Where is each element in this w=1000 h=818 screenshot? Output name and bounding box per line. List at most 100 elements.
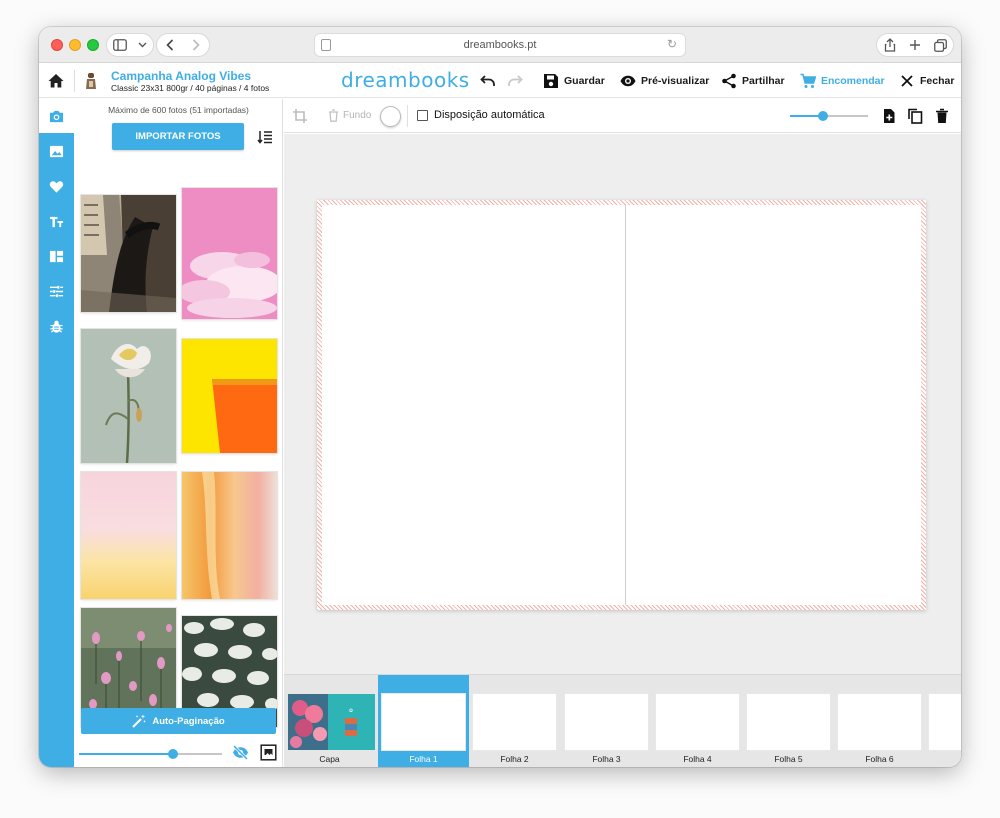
background-toggle[interactable]	[380, 106, 401, 127]
auto-layout-label: Disposição automática	[434, 109, 545, 121]
project-cover-thumbnail[interactable]	[84, 72, 98, 90]
share-nodes-icon	[722, 73, 736, 89]
sheet-folha-4[interactable]: Folha 4	[652, 675, 743, 767]
share-button[interactable]: Partilhar	[721, 72, 785, 90]
sheet-folha-2[interactable]: Folha 2	[469, 675, 560, 767]
city-motion-photo[interactable]	[81, 195, 176, 312]
sheet-folha-5[interactable]: Folha 5	[743, 675, 834, 767]
sheet-next-partial[interactable]	[925, 675, 961, 767]
eye-off-icon[interactable]	[232, 744, 249, 761]
checkbox-box[interactable]	[417, 109, 428, 121]
iris-flower-photo[interactable]	[81, 329, 176, 463]
history-nav	[156, 33, 210, 57]
desktop: dreambooks.pt ↻ Campanha Analog Vibes Cl…	[0, 0, 1000, 818]
sidebar-icon	[112, 39, 127, 51]
project-subtitle: Classic 23x31 800gr / 40 páginas / 4 fot…	[111, 83, 270, 93]
sidebar-toggle-button[interactable]	[106, 33, 154, 57]
slider-fill	[79, 753, 173, 755]
save-label: Guardar	[564, 75, 605, 87]
camera-icon	[49, 110, 64, 122]
orange-blur-photo[interactable]	[182, 472, 277, 599]
sheet-thumbnail	[565, 694, 648, 750]
rail-adjustments[interactable]	[39, 274, 74, 308]
auto-layout-checkbox[interactable]: Disposição automática	[417, 109, 545, 121]
rail-text[interactable]	[39, 204, 74, 238]
sort-icon[interactable]	[257, 129, 273, 145]
slider-thumb[interactable]	[168, 749, 178, 759]
browser-actions	[876, 33, 954, 57]
yellow-orange-photo[interactable]	[182, 339, 277, 453]
undo-icon[interactable]	[480, 74, 496, 88]
add-page-icon[interactable]	[881, 108, 897, 124]
sheet-folha-1[interactable]: Folha 1	[378, 675, 469, 767]
sheet-label: Folha 6	[865, 754, 894, 764]
preview-button[interactable]: Pré-visualizar	[620, 72, 709, 90]
zoom-thumb[interactable]	[818, 111, 828, 121]
pink-sky-photo[interactable]	[182, 188, 277, 319]
spread-content[interactable]	[322, 205, 921, 605]
sheet-folha-6[interactable]: Folha 6	[834, 675, 925, 767]
forward-icon[interactable]	[192, 39, 200, 51]
canvas-area	[284, 134, 961, 674]
sheet-cover[interactable]: ✿ Capa	[284, 675, 375, 767]
thumbnail-size-slider[interactable]	[79, 748, 222, 760]
auto-paginate-label: Auto-Paginação	[152, 715, 225, 727]
crop-icon[interactable]	[292, 108, 308, 124]
zoom-slider[interactable]	[790, 110, 868, 122]
pink-yellow-haze-photo[interactable]	[81, 472, 176, 599]
tab-overview-icon[interactable]	[933, 38, 947, 52]
sheet-label: Capa	[319, 754, 340, 764]
home-icon[interactable]	[47, 72, 65, 90]
sheet-label: Folha 5	[774, 754, 803, 764]
page-spread[interactable]	[317, 200, 926, 610]
adjust-icon	[49, 285, 64, 297]
order-button[interactable]: Encomendar	[800, 72, 885, 90]
pages-strip: ✿ Capa Folha 1 Folha 2 Folha 3 Folha 4 F…	[284, 674, 961, 767]
rail-photos[interactable]	[39, 99, 74, 133]
rail-backgrounds[interactable]	[39, 134, 74, 168]
sheet-thumbnail	[473, 694, 556, 750]
save-button[interactable]: Guardar	[543, 72, 605, 90]
sheet-label: Folha 4	[683, 754, 712, 764]
back-icon[interactable]	[166, 39, 174, 51]
background-label: Fundo	[343, 110, 372, 121]
sheet-folha-3[interactable]: Folha 3	[561, 675, 652, 767]
minimize-window-button[interactable]	[69, 39, 81, 51]
new-tab-icon[interactable]	[909, 39, 921, 51]
browser-window: dreambooks.pt ↻ Campanha Analog Vibes Cl…	[39, 27, 961, 767]
cover-thumbnail: ✿	[288, 694, 375, 750]
close-editor-button[interactable]: Fechar	[899, 72, 954, 90]
dreambooks-logo: dreambooks	[341, 68, 470, 92]
zoom-window-button[interactable]	[87, 39, 99, 51]
share-icon[interactable]	[884, 38, 896, 52]
delete-page-icon[interactable]	[934, 108, 950, 124]
fit-to-frame-icon[interactable]	[260, 744, 277, 761]
project-title[interactable]: Campanha Analog Vibes	[111, 69, 251, 83]
app-header: Campanha Analog Vibes Classic 23x31 800g…	[39, 64, 961, 98]
tool-rail	[39, 99, 74, 767]
address-bar[interactable]: dreambooks.pt ↻	[314, 33, 686, 57]
sheet-thumbnail	[382, 694, 465, 750]
photo-limit-note: Máximo de 600 fotos (51 importadas)	[108, 105, 249, 115]
sheet-thumbnail	[929, 694, 961, 750]
duplicate-page-icon[interactable]	[907, 108, 923, 124]
rail-favorites[interactable]	[39, 169, 74, 203]
rail-layouts[interactable]	[39, 239, 74, 273]
svg-text:✿: ✿	[349, 708, 353, 714]
background-button[interactable]: Fundo	[328, 109, 371, 122]
heart-icon	[49, 180, 64, 193]
redo-icon[interactable]	[507, 74, 523, 88]
import-photos-button[interactable]: IMPORTAR FOTOS	[112, 123, 244, 150]
auto-paginate-button[interactable]: Auto-Paginação	[81, 708, 276, 734]
editor-toolbar: Fundo Disposição automática	[284, 99, 961, 133]
chevron-down-icon	[138, 42, 147, 48]
share-label: Partilhar	[742, 75, 785, 87]
close-window-button[interactable]	[51, 39, 63, 51]
reload-icon[interactable]: ↻	[667, 37, 677, 51]
sheet-label: Folha 3	[592, 754, 621, 764]
close-icon	[901, 75, 913, 87]
magic-wand-icon	[132, 714, 147, 728]
close-label: Fechar	[920, 75, 955, 87]
image-icon	[49, 145, 64, 157]
rail-debug[interactable]	[39, 309, 74, 343]
